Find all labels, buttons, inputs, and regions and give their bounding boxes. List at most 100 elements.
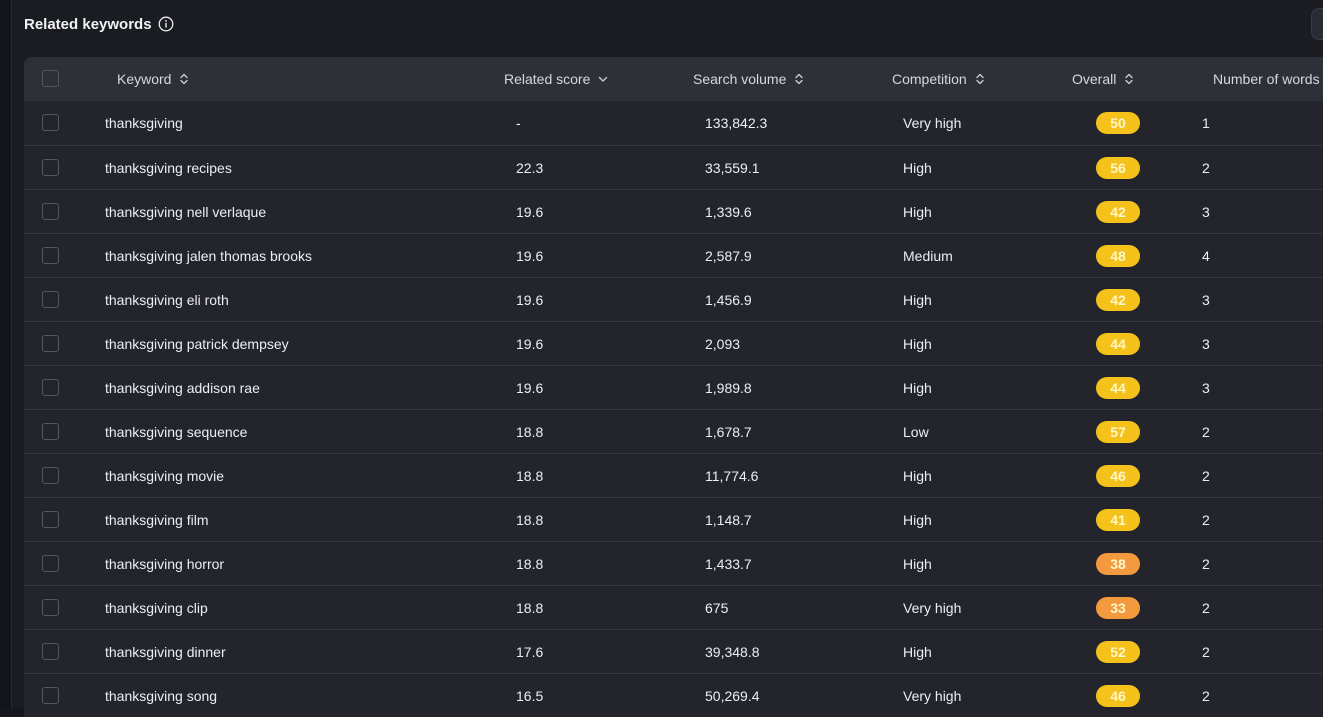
number-of-words-cell: 2	[1202, 468, 1210, 484]
related-score-cell: 18.8	[516, 468, 544, 484]
related-score-cell: 18.8	[516, 600, 544, 616]
column-header-related-score[interactable]: Related score	[504, 57, 608, 101]
table-header: Keyword Related score Search volume Comp…	[24, 57, 1323, 101]
number-of-words-cell: 3	[1202, 292, 1210, 308]
overall-score-badge: 38	[1096, 553, 1140, 575]
keyword-cell[interactable]: thanksgiving clip	[105, 586, 208, 630]
keyword-cell[interactable]: thanksgiving song	[105, 674, 217, 717]
table-row[interactable]: thanksgiving recipes 22.3 33,559.1 High …	[24, 145, 1323, 189]
related-score-cell: 16.5	[516, 688, 544, 704]
table-row[interactable]: thanksgiving movie 18.8 11,774.6 High 46…	[24, 453, 1323, 497]
row-checkbox[interactable]	[42, 203, 59, 220]
keyword-cell[interactable]: thanksgiving nell verlaque	[105, 190, 266, 234]
keyword-cell[interactable]: thanksgiving movie	[105, 454, 224, 498]
sort-icon	[795, 73, 804, 85]
competition-cell: Very high	[903, 688, 962, 704]
table-body: thanksgiving - 133,842.3 Very high 50 1 …	[24, 101, 1323, 717]
table-row[interactable]: thanksgiving - 133,842.3 Very high 50 1	[24, 101, 1323, 145]
overall-score-badge: 57	[1096, 421, 1140, 443]
competition-cell: High	[903, 512, 932, 528]
keyword-cell[interactable]: thanksgiving film	[105, 498, 209, 542]
related-score-cell: 17.6	[516, 644, 544, 660]
column-header-competition[interactable]: Competition	[892, 57, 985, 101]
row-checkbox[interactable]	[42, 687, 59, 704]
table-row[interactable]: thanksgiving song 16.5 50,269.4 Very hig…	[24, 673, 1323, 717]
panel-header: Related keywords	[24, 12, 174, 36]
related-score-cell: 19.6	[516, 292, 544, 308]
row-checkbox[interactable]	[42, 599, 59, 616]
overall-score-badge: 44	[1096, 377, 1140, 399]
related-score-cell: 18.8	[516, 424, 544, 440]
keyword-cell[interactable]: thanksgiving patrick dempsey	[105, 322, 289, 366]
row-checkbox[interactable]	[42, 555, 59, 572]
related-keywords-panel: Related keywords Keyword Related score S…	[12, 0, 1323, 717]
table-row[interactable]: thanksgiving horror 18.8 1,433.7 High 38…	[24, 541, 1323, 585]
table-row[interactable]: thanksgiving nell verlaque 19.6 1,339.6 …	[24, 189, 1323, 233]
table-row[interactable]: thanksgiving clip 18.8 675 Very high 33 …	[24, 585, 1323, 629]
overall-score-badge: 42	[1096, 201, 1140, 223]
keyword-cell[interactable]: thanksgiving eli roth	[105, 278, 229, 322]
keyword-cell[interactable]: thanksgiving addison rae	[105, 366, 260, 410]
column-header-keyword[interactable]: Keyword	[117, 57, 189, 101]
search-volume-cell: 675	[705, 600, 729, 616]
search-volume-cell: 1,989.8	[705, 380, 752, 396]
left-rail	[0, 0, 12, 708]
info-circle-icon[interactable]	[158, 16, 174, 32]
competition-cell: High	[903, 160, 932, 176]
row-checkbox[interactable]	[42, 335, 59, 352]
competition-cell: Very high	[903, 115, 962, 131]
sort-icon	[976, 73, 984, 85]
competition-cell: High	[903, 292, 932, 308]
overall-score-badge: 33	[1096, 597, 1140, 619]
keyword-cell[interactable]: thanksgiving	[105, 101, 183, 145]
keyword-cell[interactable]: thanksgiving recipes	[105, 146, 232, 190]
related-score-cell: 18.8	[516, 556, 544, 572]
row-checkbox[interactable]	[42, 379, 59, 396]
table-row[interactable]: thanksgiving addison rae 19.6 1,989.8 Hi…	[24, 365, 1323, 409]
row-checkbox[interactable]	[42, 643, 59, 660]
overall-score-badge: 41	[1096, 509, 1140, 531]
column-label-keyword: Keyword	[117, 71, 172, 87]
row-checkbox[interactable]	[42, 423, 59, 440]
keyword-cell[interactable]: thanksgiving horror	[105, 542, 224, 586]
search-volume-cell: 1,148.7	[705, 512, 752, 528]
column-header-search-volume[interactable]: Search volume	[693, 57, 804, 101]
number-of-words-cell: 1	[1202, 115, 1210, 131]
row-checkbox[interactable]	[42, 511, 59, 528]
table-row[interactable]: thanksgiving jalen thomas brooks 19.6 2,…	[24, 233, 1323, 277]
column-label-search-volume: Search volume	[693, 71, 787, 87]
number-of-words-cell: 2	[1202, 644, 1210, 660]
panel-action-button[interactable]	[1311, 8, 1323, 40]
competition-cell: Low	[903, 424, 929, 440]
related-score-cell: 19.6	[516, 336, 544, 352]
column-header-number-of-words[interactable]: Number of words	[1213, 57, 1320, 101]
row-checkbox[interactable]	[42, 114, 59, 131]
row-checkbox[interactable]	[42, 467, 59, 484]
competition-cell: High	[903, 336, 932, 352]
table-row[interactable]: thanksgiving patrick dempsey 19.6 2,093 …	[24, 321, 1323, 365]
select-all-checkbox[interactable]	[42, 70, 59, 87]
table-row[interactable]: thanksgiving film 18.8 1,148.7 High 41 2	[24, 497, 1323, 541]
search-volume-cell: 2,587.9	[705, 248, 752, 264]
keyword-cell[interactable]: thanksgiving jalen thomas brooks	[105, 234, 312, 278]
overall-score-badge: 46	[1096, 685, 1140, 707]
overall-score-badge: 52	[1096, 641, 1140, 663]
chevron-down-icon	[599, 76, 608, 82]
column-header-overall[interactable]: Overall	[1072, 57, 1134, 101]
row-checkbox[interactable]	[42, 247, 59, 264]
number-of-words-cell: 2	[1202, 424, 1210, 440]
competition-cell: High	[903, 204, 932, 220]
row-checkbox[interactable]	[42, 159, 59, 176]
related-score-cell: 19.6	[516, 204, 544, 220]
sort-icon	[180, 73, 189, 85]
keyword-cell[interactable]: thanksgiving sequence	[105, 410, 247, 454]
table-row[interactable]: thanksgiving eli roth 19.6 1,456.9 High …	[24, 277, 1323, 321]
search-volume-cell: 1,456.9	[705, 292, 752, 308]
table-row[interactable]: thanksgiving dinner 17.6 39,348.8 High 5…	[24, 629, 1323, 673]
table-row[interactable]: thanksgiving sequence 18.8 1,678.7 Low 5…	[24, 409, 1323, 453]
search-volume-cell: 2,093	[705, 336, 741, 352]
number-of-words-cell: 3	[1202, 204, 1210, 220]
number-of-words-cell: 3	[1202, 380, 1210, 396]
keyword-cell[interactable]: thanksgiving dinner	[105, 630, 226, 674]
row-checkbox[interactable]	[42, 291, 59, 308]
